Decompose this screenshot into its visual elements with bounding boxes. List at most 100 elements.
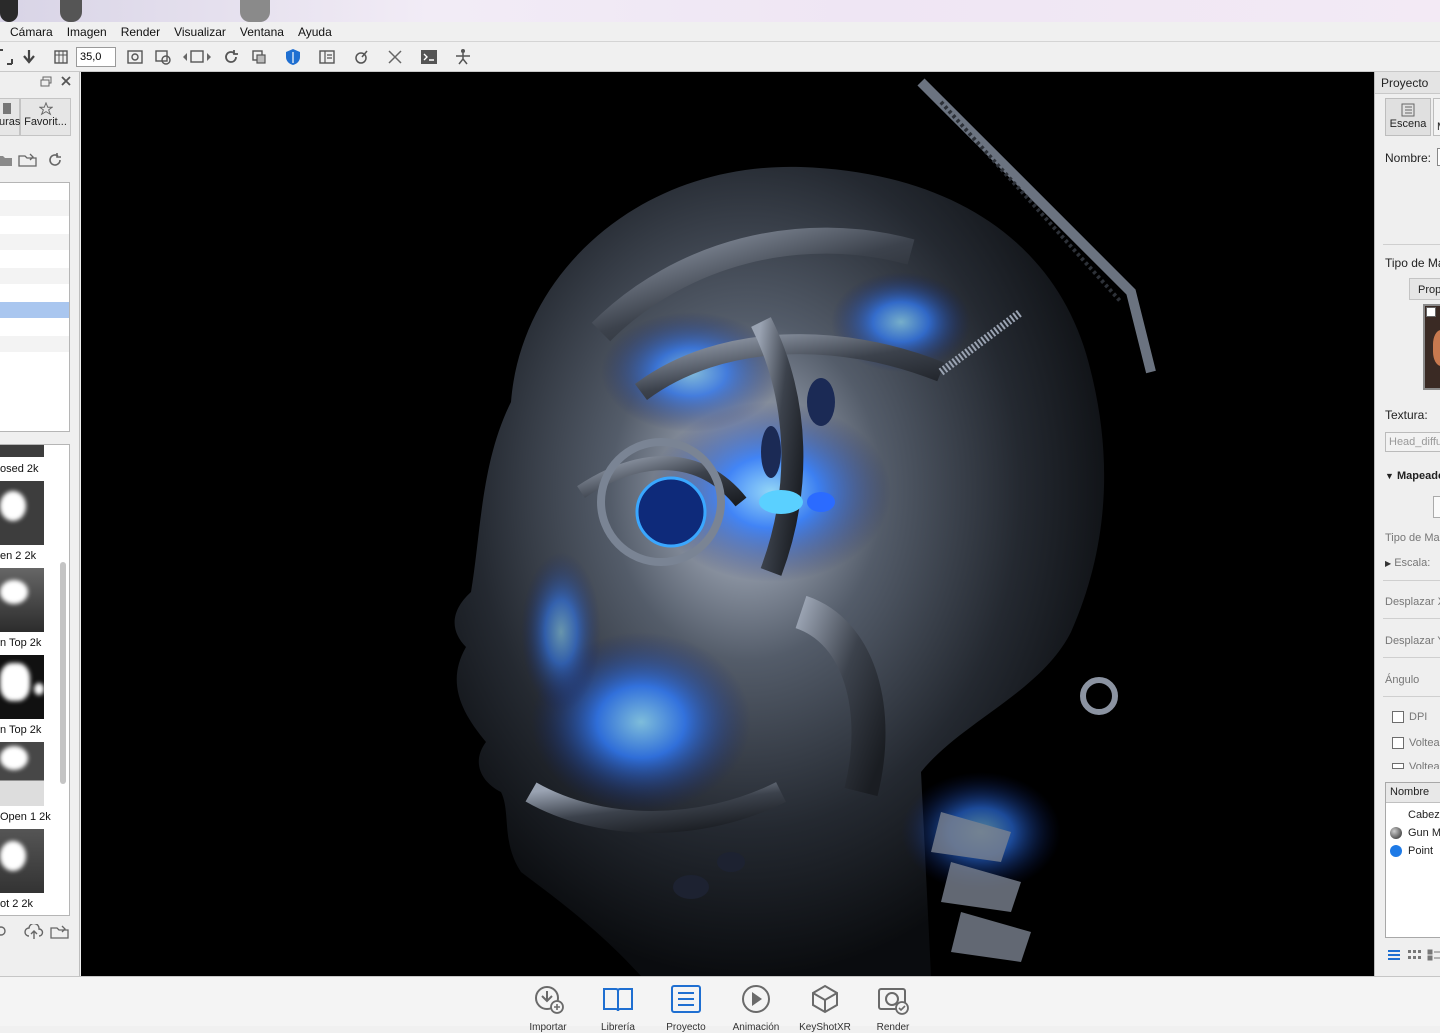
- list-item[interactable]: [0, 183, 69, 200]
- thumbnail-scrollbar[interactable]: [60, 562, 66, 784]
- menu-camara[interactable]: Cámara: [10, 25, 53, 39]
- tab-favoritos[interactable]: Favorit...: [20, 98, 71, 136]
- list-item-selected[interactable]: [0, 302, 69, 319]
- thumbnail[interactable]: [0, 742, 44, 806]
- tab-escena[interactable]: Escena: [1385, 98, 1431, 136]
- play-icon: [739, 983, 773, 1018]
- grid-view-icon[interactable]: [1407, 948, 1421, 962]
- thumbnail[interactable]: [0, 829, 44, 893]
- list-item[interactable]: [0, 251, 69, 268]
- zoom-field[interactable]: [76, 47, 116, 67]
- mapping-button[interactable]: [1433, 496, 1440, 518]
- escala-label: Escala:: [1394, 557, 1431, 569]
- menu-bar: Cámara Imagen Render Visualizar Ventana …: [0, 22, 1440, 42]
- mapeado-section-header[interactable]: ▼ Mapeado: [1385, 470, 1440, 482]
- texture-path-field[interactable]: Head_diffu: [1385, 432, 1440, 452]
- add-icon[interactable]: [0, 924, 8, 938]
- voltear-2-checkbox[interactable]: [1392, 763, 1404, 769]
- thumbnail[interactable]: [0, 481, 44, 545]
- left-panel-header: [0, 72, 80, 92]
- menu-imagen[interactable]: Imagen: [67, 25, 107, 39]
- list-item[interactable]: [0, 336, 69, 353]
- jaw-bolt-shape: [1080, 677, 1118, 715]
- menu-ayuda[interactable]: Ayuda: [298, 25, 332, 39]
- tab-texturas[interactable]: uras: [0, 98, 20, 136]
- table-header[interactable]: Nombre: [1386, 783, 1440, 803]
- refresh-icon[interactable]: [46, 152, 64, 168]
- thumbnail-light-shape: [0, 491, 26, 521]
- grid-icon[interactable]: [50, 47, 72, 67]
- list-item[interactable]: [0, 285, 69, 302]
- folder-open-icon[interactable]: [50, 924, 70, 940]
- menu-render[interactable]: Render: [121, 25, 160, 39]
- upload-cloud-icon[interactable]: [24, 922, 44, 940]
- import-button[interactable]: [529, 983, 569, 1019]
- fit-icon[interactable]: [0, 47, 16, 67]
- dpi-checkbox[interactable]: [1392, 711, 1404, 723]
- tab-propiedades[interactable]: Prop: [1409, 278, 1440, 300]
- triangle-right-icon: ▶: [1385, 559, 1392, 568]
- view-navigate-icon[interactable]: [178, 47, 216, 67]
- divider: [1383, 618, 1440, 619]
- wallpaper-shape: [0, 0, 18, 22]
- glow-shape: [521, 552, 601, 712]
- panel-layout-icon[interactable]: [316, 47, 338, 67]
- table-row[interactable]: Cabez: [1390, 807, 1440, 823]
- texture-preview[interactable]: [1423, 304, 1440, 390]
- pose-icon[interactable]: [452, 47, 474, 67]
- copy-icon[interactable]: [248, 47, 270, 67]
- list-item[interactable]: [0, 319, 69, 336]
- folder-list[interactable]: [0, 182, 70, 432]
- project-panel: Proyecto Escena M Nombre: Tipo de Ma Pro…: [1374, 72, 1440, 976]
- list-item[interactable]: [0, 217, 69, 234]
- divider: [1383, 580, 1440, 581]
- table-row[interactable]: Point: [1390, 843, 1433, 859]
- down-arrow-icon[interactable]: [18, 47, 40, 67]
- screenshot-icon[interactable]: [124, 47, 146, 67]
- material-swatch: [1390, 809, 1402, 821]
- project-panel-title: Proyecto: [1375, 72, 1440, 94]
- folder-add-icon[interactable]: [18, 152, 38, 168]
- render-button[interactable]: [873, 983, 913, 1019]
- render-viewport[interactable]: [81, 72, 1374, 976]
- animation-label: Animación: [732, 1022, 780, 1033]
- restore-icon[interactable]: [40, 76, 52, 87]
- folder-remove-icon[interactable]: [0, 152, 12, 168]
- sun-icon[interactable]: [350, 47, 372, 67]
- detail-view-icon[interactable]: [1427, 948, 1440, 962]
- render-region-icon[interactable]: [152, 47, 174, 67]
- tab-texturas-label: uras: [0, 116, 21, 128]
- desktop-wallpaper-strip: [0, 0, 1440, 22]
- angulo-label: Ángulo: [1385, 674, 1420, 686]
- wallpaper-shape: [240, 0, 270, 22]
- escala-row[interactable]: ▶ Escala:: [1385, 557, 1430, 569]
- material-swatch: [1390, 827, 1402, 839]
- thumbnail[interactable]: [0, 655, 44, 719]
- rotate-icon[interactable]: [220, 47, 242, 67]
- tab-material[interactable]: M: [1433, 98, 1440, 136]
- list-item[interactable]: [0, 268, 69, 285]
- animation-button[interactable]: [736, 983, 776, 1019]
- divider: [1383, 244, 1440, 245]
- list-item[interactable]: [0, 234, 69, 251]
- expand-icon[interactable]: [384, 47, 406, 67]
- thumbnail[interactable]: [0, 445, 44, 457]
- keyshotxr-button[interactable]: [805, 983, 845, 1019]
- thumbnail-label: en 2 2k: [0, 550, 37, 562]
- terminal-icon[interactable]: [418, 47, 440, 67]
- project-button[interactable]: [666, 983, 706, 1019]
- library-button[interactable]: [598, 983, 638, 1019]
- voltear-checkbox[interactable]: [1392, 737, 1404, 749]
- table-row[interactable]: Gun M: [1390, 825, 1440, 841]
- close-icon[interactable]: [60, 75, 72, 87]
- library-label: Librería: [601, 1022, 635, 1033]
- thumbnail[interactable]: [0, 568, 44, 632]
- shield-icon[interactable]: [282, 47, 304, 67]
- preview-checkbox[interactable]: [1426, 307, 1436, 317]
- menu-ventana[interactable]: Ventana: [240, 25, 284, 39]
- tab-favoritos-label: Favorit...: [24, 116, 67, 128]
- menu-visualizar[interactable]: Visualizar: [174, 25, 226, 39]
- list-view-icon[interactable]: [1387, 948, 1401, 962]
- list-item[interactable]: [0, 200, 69, 217]
- voltear-2-label: Voltear: [1409, 761, 1440, 769]
